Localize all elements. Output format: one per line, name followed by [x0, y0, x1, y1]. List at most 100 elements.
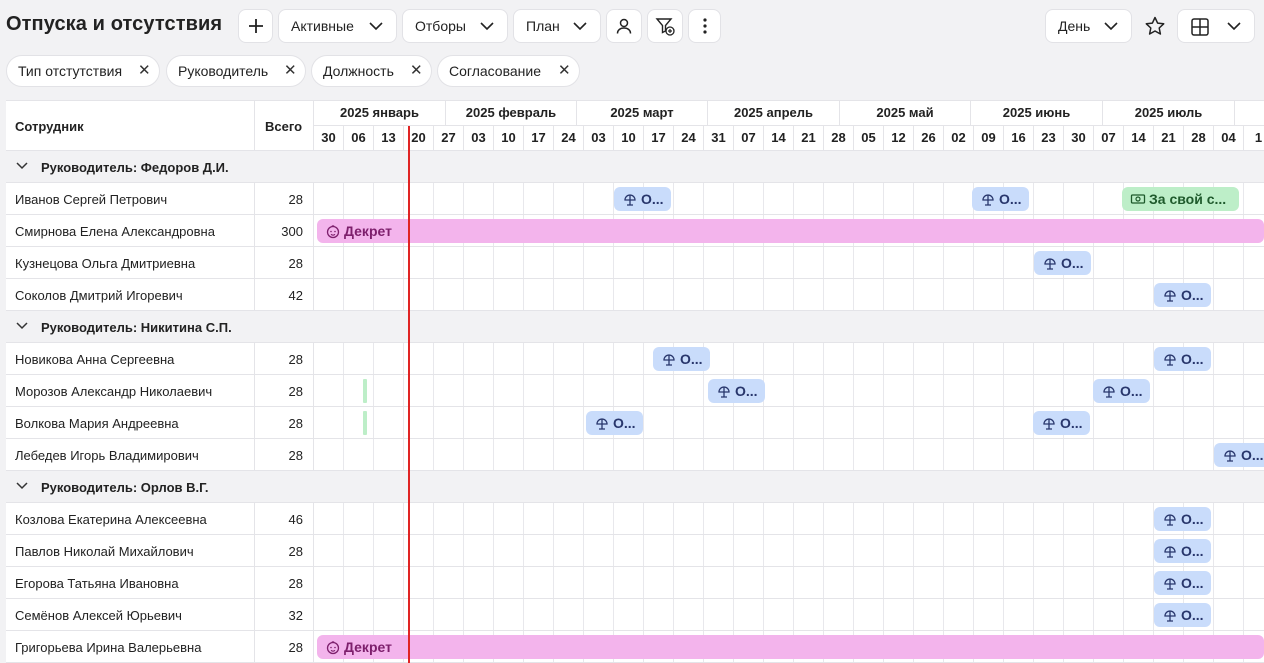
absence-bar-decret[interactable]: Декрет: [317, 219, 1264, 243]
add-filter-button[interactable]: [647, 9, 683, 43]
baby-icon: [326, 641, 340, 655]
absence-bar-vacation[interactable]: О...: [1093, 379, 1150, 403]
week-label: 31: [704, 126, 734, 151]
filter-active-dropdown[interactable]: Активные: [278, 9, 397, 43]
absence-bar-own-expense[interactable]: За свой с...: [1122, 187, 1239, 211]
total-cell: 28: [254, 567, 314, 599]
absence-bar-vacation[interactable]: О...: [1154, 507, 1211, 531]
scale-dropdown[interactable]: День: [1045, 9, 1132, 43]
absence-bar-vacation[interactable]: О...: [1033, 411, 1090, 435]
total-cell: 28: [254, 407, 314, 439]
close-icon[interactable]: ✕: [558, 63, 571, 78]
employee-name: Смирнова Елена Александровна: [15, 224, 215, 239]
absence-bar-vacation[interactable]: О...: [972, 187, 1029, 211]
table-row[interactable]: Новикова Анна Сергеевна 28: [6, 343, 1264, 375]
close-icon[interactable]: ✕: [284, 63, 297, 78]
week-label: 05: [854, 126, 884, 151]
close-icon[interactable]: ✕: [410, 63, 423, 78]
favorite-button[interactable]: [1137, 9, 1172, 43]
month-label: 2025 январь: [314, 101, 446, 126]
week-label: 24: [674, 126, 704, 151]
employee-column-header[interactable]: Сотрудник: [15, 119, 84, 134]
filter-plan-label: План: [526, 18, 560, 34]
more-button[interactable]: [688, 9, 721, 43]
chevron-down-icon[interactable]: [15, 161, 29, 171]
absence-marker[interactable]: [363, 411, 367, 435]
chip-label: Тип отстутствия: [18, 63, 123, 79]
employee-name: Морозов Александр Николаевич: [15, 384, 213, 399]
bar-label: О...: [1181, 287, 1204, 303]
absence-bar-vacation[interactable]: О...: [653, 347, 710, 371]
close-icon[interactable]: ✕: [138, 63, 151, 78]
total-value: 42: [288, 288, 303, 303]
chip-position[interactable]: Должность ✕: [311, 55, 432, 87]
filter-selections-label: Отборы: [415, 18, 466, 34]
total-cell: 28: [254, 183, 314, 215]
table-row[interactable]: Козлова Екатерина Алексеевна 46: [6, 503, 1264, 535]
beach-icon: [718, 386, 730, 398]
week-label: 27: [434, 126, 464, 151]
absence-bar-vacation[interactable]: О...: [1214, 443, 1264, 467]
week-label: 09: [974, 126, 1004, 151]
beach-icon: [1043, 418, 1055, 430]
week-label: 17: [644, 126, 674, 151]
absence-bar-vacation[interactable]: О...: [1034, 251, 1091, 275]
week-label: 03: [584, 126, 614, 151]
absence-bar-vacation[interactable]: О...: [1154, 283, 1211, 307]
absence-bar-vacation[interactable]: О...: [1154, 603, 1211, 627]
bar-label: О...: [1061, 255, 1084, 271]
employee-name: Егорова Татьяна Ивановна: [15, 576, 179, 591]
chevron-down-icon: [1104, 22, 1118, 31]
week-label: 07: [734, 126, 764, 151]
month-label: 2025 май: [840, 101, 971, 126]
chip-manager[interactable]: Руководитель ✕: [166, 55, 306, 87]
month-header: 2025 январь 2025 февраль 2025 март 2025 …: [314, 101, 1264, 126]
absence-bar-vacation[interactable]: О...: [708, 379, 765, 403]
week-label: 23: [1034, 126, 1064, 151]
chip-label: Должность: [323, 63, 394, 79]
absence-bar-vacation[interactable]: О...: [586, 411, 643, 435]
bar-label: О...: [1181, 351, 1204, 367]
absence-bar-vacation[interactable]: О...: [1154, 347, 1211, 371]
absence-bar-vacation[interactable]: О...: [1154, 571, 1211, 595]
table-row[interactable]: Павлов Николай Михайлович 28: [6, 535, 1264, 567]
chevron-down-icon[interactable]: [15, 481, 29, 491]
absence-bar-vacation[interactable]: О...: [1154, 539, 1211, 563]
beach-icon: [663, 354, 675, 366]
bar-label: О...: [641, 191, 664, 207]
beach-icon: [1103, 386, 1115, 398]
total-cell: 42: [254, 279, 314, 311]
filter-selections-dropdown[interactable]: Отборы: [402, 9, 508, 43]
chip-label: Руководитель: [178, 63, 269, 79]
table-row[interactable]: Лебедев Игорь Владимирович 28: [6, 439, 1264, 471]
baby-icon: [326, 225, 340, 239]
employee-name: Семёнов Алексей Юрьевич: [15, 608, 182, 623]
total-cell: 28: [254, 439, 314, 471]
total-value: 32: [288, 608, 303, 623]
absence-bar-vacation[interactable]: О...: [614, 187, 671, 211]
chevron-down-icon: [369, 22, 383, 31]
total-column-header[interactable]: Всего: [254, 101, 314, 151]
chevron-down-icon[interactable]: [15, 321, 29, 331]
bar-label: О...: [680, 351, 703, 367]
total-value: 28: [288, 256, 303, 271]
week-label: 03: [464, 126, 494, 151]
chip-approval[interactable]: Согласование ✕: [437, 55, 580, 87]
employee-name: Иванов Сергей Петрович: [15, 192, 168, 207]
absence-bar-decret[interactable]: Декрет: [317, 635, 1264, 659]
table-row[interactable]: Егорова Татьяна Ивановна 28: [6, 567, 1264, 599]
week-label: 14: [764, 126, 794, 151]
bar-label: За свой с...: [1149, 191, 1227, 207]
absence-marker[interactable]: [363, 379, 367, 403]
add-button[interactable]: [238, 9, 273, 43]
beach-icon: [1044, 258, 1056, 270]
total-value: 300: [281, 224, 303, 239]
chip-absence-type[interactable]: Тип отстутствия ✕: [6, 55, 160, 87]
filter-plan-dropdown[interactable]: План: [513, 9, 601, 43]
table-row[interactable]: Соколов Дмитрий Игоревич 42: [6, 279, 1264, 311]
user-filter-button[interactable]: [606, 9, 642, 43]
view-layout-dropdown[interactable]: [1177, 9, 1255, 43]
bar-label: О...: [1060, 415, 1083, 431]
table-row[interactable]: Морозов Александр Николаевич 28: [6, 375, 1264, 407]
table-row[interactable]: Семёнов Алексей Юрьевич 32: [6, 599, 1264, 631]
